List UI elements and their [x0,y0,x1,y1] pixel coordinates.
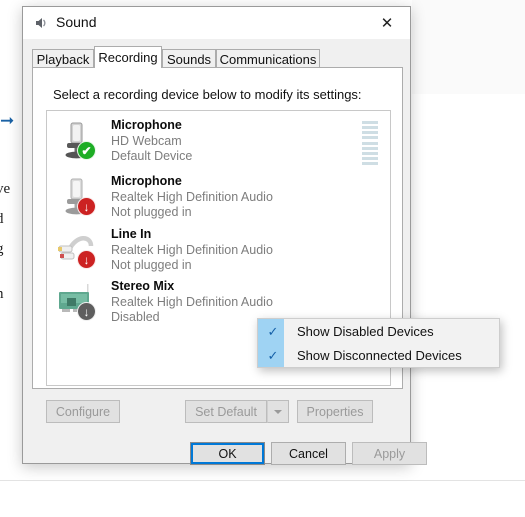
default-device-badge: ✔ [77,141,96,160]
device-description: Realtek High Definition Audio [111,295,273,309]
close-icon[interactable]: ✕ [364,7,410,38]
ok-button[interactable]: OK [190,442,265,465]
device-status: Not plugged in [111,258,192,272]
device-list-item[interactable]: ↓ Line In Realtek High Definition Audio … [47,226,390,274]
device-status: Disabled [111,310,160,324]
cancel-button[interactable]: Cancel [271,442,346,465]
device-status: Not plugged in [111,205,192,219]
properties-button[interactable]: Properties [297,400,373,423]
dialog-titlebar: Sound ✕ [23,7,410,39]
clipped-text-4: n [0,285,20,303]
chevron-down-icon [274,409,282,414]
device-name: Stereo Mix [111,279,175,293]
clipped-text-3: g [0,240,20,258]
device-name: Line In [111,227,152,241]
not-plugged-in-badge: ↓ [77,197,96,216]
clipped-text-1: ve [0,181,11,197]
check-icon: ✓ [267,347,279,363]
panel-hint: Select a recording device below to modif… [53,87,362,102]
clipped-text-2: d [0,210,20,228]
menu-item-show-disabled-devices[interactable]: ✓ Show Disabled Devices [258,319,499,344]
device-description: Realtek High Definition Audio [111,243,273,257]
disabled-device-badge: ↓ [77,302,96,321]
volume-meter [362,121,378,165]
context-menu: ✓ Show Disabled Devices ✓ Show Disconnec… [257,318,500,368]
device-name: Microphone [111,174,182,188]
set-default-dropdown-button[interactable] [267,400,289,423]
device-status: Default Device [111,149,193,163]
tab-communications[interactable]: Communications [216,49,320,68]
menu-item-label: Show Disconnected Devices [297,348,462,363]
device-list-item[interactable]: ✔ Microphone HD Webcam Default Device [47,117,390,165]
right-arrow-icon: ➞ [0,111,15,130]
not-plugged-in-badge: ↓ [77,250,96,269]
sound-dialog: Sound ✕ Playback Recording Sounds Commun… [22,6,427,465]
background-divider [0,480,525,481]
tab-playback[interactable]: Playback [32,49,94,68]
device-description: Realtek High Definition Audio [111,190,273,204]
background-content-panel [412,94,525,464]
device-description: HD Webcam [111,134,182,148]
configure-button[interactable]: Configure [46,400,120,423]
speaker-icon [33,15,49,31]
menu-item-show-disconnected-devices[interactable]: ✓ Show Disconnected Devices [258,343,499,368]
set-default-button[interactable]: Set Default [185,400,267,423]
apply-button[interactable]: Apply [352,442,427,465]
background-top-panel [412,0,525,95]
screen: ➞ ve d g n Helpful Reply Report abuse ⌄ … [0,0,525,517]
device-list-item[interactable]: ↓ Microphone Realtek High Definition Aud… [47,173,390,221]
tab-sounds[interactable]: Sounds [162,49,216,68]
device-name: Microphone [111,118,182,132]
menu-item-label: Show Disabled Devices [297,324,434,339]
tab-strip: Playback Recording Sounds Communications [32,46,401,68]
tab-recording[interactable]: Recording [94,46,162,68]
dialog-title: Sound [56,14,97,30]
check-icon: ✓ [267,323,279,339]
